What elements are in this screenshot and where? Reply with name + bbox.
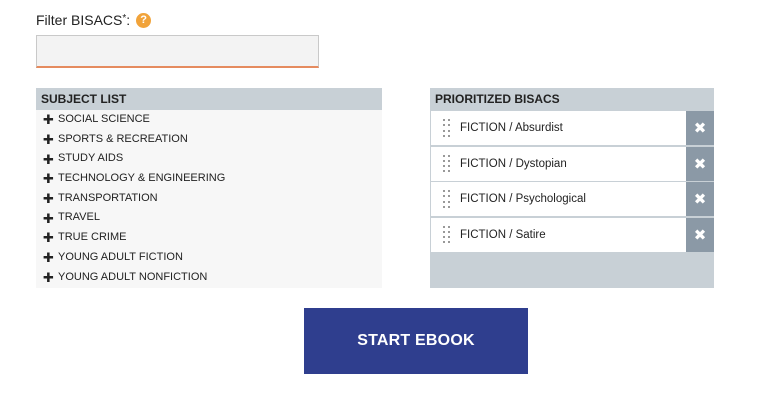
subject-list-header: SUBJECT LIST [36, 88, 382, 110]
subject-list-panel: SUBJECT LIST ✚ SOCIAL SCIENCE ✚ SPORTS & R… [36, 88, 382, 288]
plus-icon: ✚ [43, 250, 54, 266]
close-icon: ✖ [693, 120, 707, 137]
prioritized-item[interactable]: FICTION / Absurdist ✖ [430, 111, 714, 145]
subject-item-label: TRUE CRIME [58, 231, 127, 244]
prioritized-bisacs-panel: PRIORITIZED BISACS FICTION / Absurdist ✖… [430, 88, 714, 288]
subject-item[interactable]: ✚ STUDY AIDS [36, 149, 382, 169]
plus-icon: ✚ [43, 112, 54, 128]
subject-item-label: YOUNG ADULT FICTION [58, 250, 183, 263]
plus-icon: ✚ [43, 151, 54, 167]
subject-item[interactable]: ✚ TECHNOLOGY & ENGINEERING [36, 169, 382, 189]
subject-item[interactable]: ✚ TRUE CRIME [36, 228, 382, 248]
prioritized-item[interactable]: FICTION / Dystopian ✖ [430, 146, 714, 181]
prioritized-item[interactable]: FICTION / Psychological ✖ [430, 182, 714, 216]
drag-handle-icon[interactable] [443, 190, 451, 208]
remove-button[interactable]: ✖ [686, 111, 714, 145]
plus-icon: ✚ [43, 230, 54, 246]
drag-handle-icon[interactable] [443, 119, 451, 137]
subject-item-label: TECHNOLOGY & ENGINEERING [58, 172, 226, 185]
subject-item[interactable]: ✚ YOUNG ADULT NONFICTION [36, 268, 382, 288]
prioritized-item-label: FICTION / Dystopian [460, 157, 567, 170]
plus-icon: ✚ [43, 191, 54, 207]
filter-bisacs-input[interactable] [36, 35, 319, 68]
remove-button[interactable]: ✖ [686, 146, 714, 181]
subject-item[interactable]: ✚ SPORTS & RECREATION [36, 130, 382, 150]
plus-icon: ✚ [43, 269, 54, 285]
drag-handle-icon[interactable] [443, 154, 451, 173]
question-icon[interactable]: ? [136, 12, 152, 28]
prioritized-bisacs-header: PRIORITIZED BISACS [430, 88, 714, 110]
plus-icon: ✚ [43, 132, 54, 148]
subject-item[interactable]: ✚ YOUNG ADULT FICTION [36, 248, 382, 268]
prioritized-item[interactable]: FICTION / Satire ✖ [430, 217, 714, 252]
close-icon: ✖ [693, 226, 707, 244]
subject-item-label: SPORTS & RECREATION [58, 132, 188, 145]
start-ebook-button[interactable]: START EBOOK [304, 308, 528, 374]
required-mark: * [122, 12, 127, 24]
remove-button[interactable]: ✖ [686, 217, 714, 252]
close-icon: ✖ [693, 155, 707, 173]
prioritized-item-label: FICTION / Satire [460, 228, 546, 241]
subject-item-label: SOCIAL SCIENCE [58, 113, 150, 125]
subject-item-label: TRAVEL [58, 211, 100, 224]
plus-icon: ✚ [43, 210, 54, 226]
subject-item-label: TRANSPORTATION [58, 191, 158, 204]
subject-item[interactable]: ✚ TRAVEL [36, 208, 382, 228]
prioritized-bisacs-list: FICTION / Absurdist ✖ FICTION / Dystopia… [430, 110, 714, 288]
filter-label-text: Filter BISACS [36, 12, 123, 28]
plus-icon: ✚ [43, 171, 54, 187]
subject-item-label: YOUNG ADULT NONFICTION [58, 270, 208, 283]
prioritized-item-label: FICTION / Absurdist [460, 122, 563, 134]
close-icon: ✖ [693, 191, 707, 208]
subject-item[interactable]: ✚ TRANSPORTATION [36, 189, 382, 209]
filter-label: Filter BISACS *: ? [36, 12, 152, 28]
filter-label-colon: : [126, 12, 131, 28]
prioritized-item-label: FICTION / Psychological [460, 193, 586, 205]
subject-item-label: STUDY AIDS [58, 152, 124, 165]
subject-item[interactable]: ✚ SOCIAL SCIENCE [36, 110, 382, 130]
drag-handle-icon[interactable] [443, 225, 451, 244]
subject-list: ✚ SOCIAL SCIENCE ✚ SPORTS & RECREATION ✚ ST… [36, 110, 382, 288]
remove-button[interactable]: ✖ [686, 182, 714, 216]
